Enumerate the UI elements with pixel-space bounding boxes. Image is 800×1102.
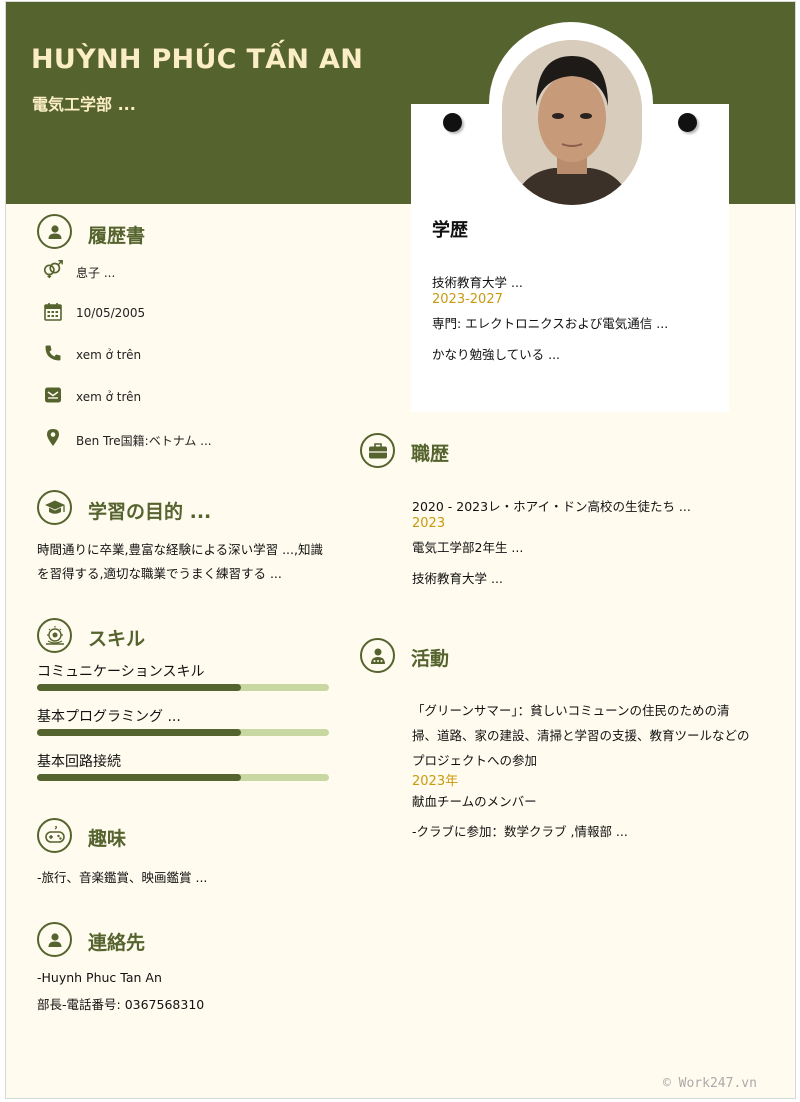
skill-label-2: 基本プログラミング ...: [37, 709, 181, 725]
skill-label-3: 基本回路接続: [37, 754, 121, 770]
objective-title: 学習の目的 ...: [88, 501, 212, 523]
address-text: Ben Tre国籍:ベトナム ...: [76, 434, 212, 448]
gender-text: 息子 ...: [76, 266, 116, 280]
contact-title: 連絡先: [88, 932, 146, 954]
education-note: かなり勉強している ...: [432, 347, 561, 362]
skill-bar-2: [37, 729, 329, 736]
person-icon: [37, 214, 72, 249]
activities-year: 2023年: [412, 774, 459, 789]
education-school: 技術教育大学 ...: [432, 275, 523, 290]
resume-page: HUỲNH PHÚC TẤN AN 電気工学部 ... 学歴 技術教育大学 ..…: [5, 1, 796, 1099]
objective-line-2: を習得する,適切な職業でうまく練習する ...: [37, 566, 282, 581]
education-major: 専門: エレクトロニクスおよび電気通信 ...: [432, 316, 669, 331]
location-icon: [42, 427, 64, 447]
phone-icon: [42, 343, 64, 363]
pin-left-icon: [443, 113, 462, 132]
experience-line-3: 技術教育大学 ...: [412, 571, 503, 586]
email-text: xem ở trên: [76, 390, 142, 404]
avatar: [502, 40, 642, 205]
graduation-cap-icon: [37, 490, 72, 525]
experience-year: 2023: [412, 516, 446, 531]
birthdate-text: 10/05/2005: [76, 306, 146, 320]
gender-icon: [42, 259, 64, 279]
contact-person-icon: [37, 922, 72, 957]
activities-clubs: -クラブに参加：数学クラブ ,情報部 ...: [412, 824, 628, 839]
skill-bar-1: [37, 684, 329, 691]
watermark: © Work247.vn: [663, 1076, 757, 1091]
badge-icon: [37, 618, 72, 653]
profile-title: 履歴書: [88, 225, 146, 247]
activities-line-after: 献血チームのメンバー: [412, 794, 537, 809]
team-icon: [360, 638, 395, 673]
gamepad-icon: [37, 818, 72, 853]
activities-title: 活動: [411, 648, 450, 670]
pin-right-icon: [678, 113, 697, 132]
contact-name: -Huynh Phuc Tan An: [37, 970, 162, 985]
activities-line-3: プロジェクトへの参加: [412, 753, 538, 768]
skills-title: スキル: [88, 628, 146, 650]
education-title: 学歴: [432, 220, 468, 241]
experience-line-1: 2020 - 2023レ・ホアイ・ドン高校の生徒たち ...: [412, 499, 691, 514]
phone-text: xem ở trên: [76, 348, 142, 362]
calendar-icon: [42, 301, 64, 321]
email-icon: [42, 385, 64, 405]
contact-phone: 部長-電話番号: 0367568310: [37, 997, 205, 1012]
hobbies-title: 趣味: [88, 828, 127, 850]
activities-line-2: 掃、道路、家の建設、清掃と学習の支援、教育ツールなどの: [412, 728, 750, 743]
experience-title: 職歴: [411, 443, 450, 465]
skill-bar-3: [37, 774, 329, 781]
education-years: 2023-2027: [432, 292, 503, 307]
activities-line-1: 「グリーンサマー」：貧しいコミューンの住民のための清: [412, 703, 730, 718]
experience-line-2: 電気工学部2年生 ...: [412, 540, 524, 555]
briefcase-icon: [360, 433, 395, 468]
candidate-subtitle: 電気工学部 ...: [32, 95, 136, 114]
hobbies-text: -旅行、音楽鑑賞、映画鑑賞 ...: [37, 870, 208, 885]
skill-label-1: コミュニケーションスキル: [37, 664, 205, 680]
candidate-name: HUỲNH PHÚC TẤN AN: [31, 44, 364, 75]
objective-line-1: 時間通りに卒業,豊富な経験による深い学習 ...,知識: [37, 542, 323, 557]
